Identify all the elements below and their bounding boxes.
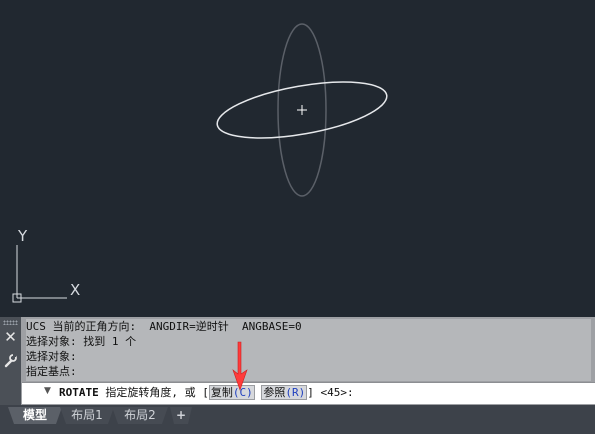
layout-tab-bar: 模型 布局1 布局2 +: [0, 405, 595, 434]
option-reference[interactable]: 参照(R): [261, 385, 308, 400]
drag-handle-icon[interactable]: [3, 320, 18, 325]
tab-model[interactable]: 模型: [8, 407, 62, 424]
ucs-x-label: X: [70, 281, 81, 299]
option-reference-label: 参照: [263, 386, 286, 399]
command-window-grip[interactable]: ✕: [0, 317, 21, 405]
wrench-icon[interactable]: [3, 353, 18, 368]
tab-layout2[interactable]: 布局2: [112, 407, 168, 424]
tab-layout1-label: 布局1: [71, 408, 103, 422]
command-name: ROTATE: [59, 386, 99, 399]
add-layout-button[interactable]: +: [170, 407, 192, 424]
plus-icon: +: [175, 408, 187, 422]
recent-commands-dropdown-icon[interactable]: ▼: [44, 386, 51, 396]
command-window: ✕ UCS 当前的正角方向: ANGDIR=逆时针 ANGBASE=0 选择对象…: [0, 317, 595, 405]
canvas-graphics: [12, 23, 388, 303]
command-prompt: ROTATE 指定旋转角度, 或 [复制(C) 参照(R)] <45>:: [59, 385, 354, 401]
history-line: UCS 当前的正角方向: ANGDIR=逆时针 ANGBASE=0: [26, 320, 302, 333]
ucs-icon: [12, 245, 67, 303]
history-line: 选择对象:: [26, 350, 77, 363]
red-arrow-annotation: [232, 341, 248, 391]
ucs-y-label: Y: [18, 227, 28, 245]
crosshair-cursor: [297, 105, 307, 115]
tab-layout1[interactable]: 布局1: [60, 407, 114, 424]
option-reference-key: (R): [285, 386, 306, 399]
prompt-text: 指定旋转角度, 或 [: [105, 386, 209, 399]
tab-layout2-label: 布局2: [124, 408, 156, 422]
command-input[interactable]: ▼ ROTATE 指定旋转角度, 或 [复制(C) 参照(R)] <45>:: [22, 382, 595, 404]
history-line: 指定基点:: [26, 365, 77, 378]
history-line: 选择对象: 找到 1 个: [26, 335, 137, 348]
prompt-tail: ] <45>:: [307, 386, 354, 399]
drawing-canvas[interactable]: Y X: [0, 0, 595, 317]
tab-model-label: 模型: [22, 408, 47, 422]
command-history: UCS 当前的正角方向: ANGDIR=逆时针 ANGBASE=0 选择对象: …: [26, 319, 591, 381]
close-icon[interactable]: ✕: [3, 330, 18, 345]
